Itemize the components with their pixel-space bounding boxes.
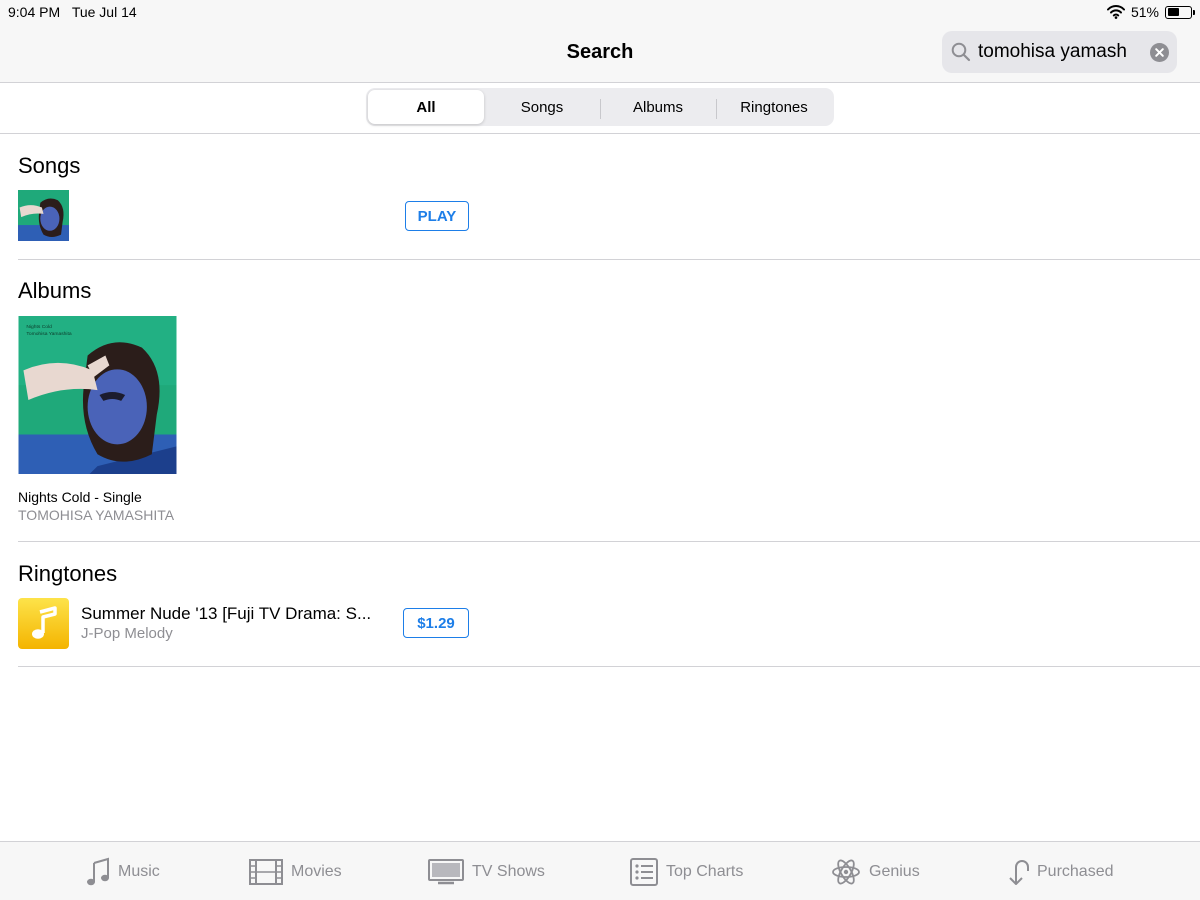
ringtones-section-title: Ringtones [18,561,118,586]
status-indicators: 51% [1106,4,1195,20]
status-bar: 9:04 PM Tue Jul 14 51% [0,0,1200,26]
album-cover-image [18,190,69,241]
segment-separator [600,99,601,119]
tab-top-charts[interactable]: Top Charts [630,856,743,888]
songs-section-title: Songs [18,153,81,178]
tab-music[interactable]: Music [86,856,160,888]
purchased-icon [1009,860,1029,885]
wifi-icon [1106,5,1125,19]
battery-fill [1167,8,1179,16]
tab-movies[interactable]: Movies [249,856,342,888]
segment-ringtones[interactable]: Ringtones [716,90,832,124]
tv-icon [428,859,464,885]
buy-price-button[interactable]: $1.29 [403,608,469,638]
albums-section-title: Albums [18,278,92,303]
cover-title-text: Nights Cold [26,324,52,330]
atom-icon [832,859,860,885]
filter-bar: All Songs Albums Ringtones [0,84,1200,134]
ringtone-title[interactable]: Summer Nude '13 [Fuji TV Drama: S... [81,604,381,624]
album-title[interactable]: Nights Cold - Single [18,489,142,505]
clear-search-button[interactable] [1150,43,1169,62]
film-strip-icon [249,859,283,885]
segment-albums[interactable]: Albums [600,90,716,124]
close-icon [1155,48,1164,57]
navigation-bar: Search [0,26,1200,83]
segment-songs[interactable]: Songs [484,90,600,124]
segment-separator [716,99,717,119]
section-divider [18,259,1200,260]
tab-bar: Music Movies TV Shows Top Charts Genius … [0,841,1200,900]
music-note-icon [87,857,109,886]
ringtone-subtitle: J-Pop Melody [81,625,173,642]
search-field[interactable] [942,31,1177,73]
status-time-date: 9:04 PM Tue Jul 14 [8,4,137,20]
cover-artist-text: Tomohisa Yamashita [26,331,71,337]
section-divider [18,666,1200,667]
tab-tv-shows[interactable]: TV Shows [428,856,545,888]
section-divider [18,541,1200,542]
tab-genius[interactable]: Genius [831,856,920,888]
album-artwork[interactable]: Nights Cold Tomohisa Yamashita [18,316,177,474]
music-note-icon [18,598,69,649]
album-cover-image: Nights Cold Tomohisa Yamashita [18,316,177,474]
filter-segmented-control: All Songs Albums Ringtones [366,88,834,126]
search-icon [951,42,971,62]
search-input[interactable] [978,39,1138,65]
battery-icon [1165,5,1195,19]
list-icon [630,858,658,886]
album-artist: TOMOHISA YAMASHITA [18,507,175,523]
segment-all[interactable]: All [368,90,484,124]
tab-purchased[interactable]: Purchased [1005,856,1114,888]
ringtone-artwork[interactable] [18,598,69,649]
play-button[interactable]: PLAY [405,201,469,231]
battery-percent: 51% [1130,4,1159,20]
song-artwork[interactable] [18,190,69,241]
